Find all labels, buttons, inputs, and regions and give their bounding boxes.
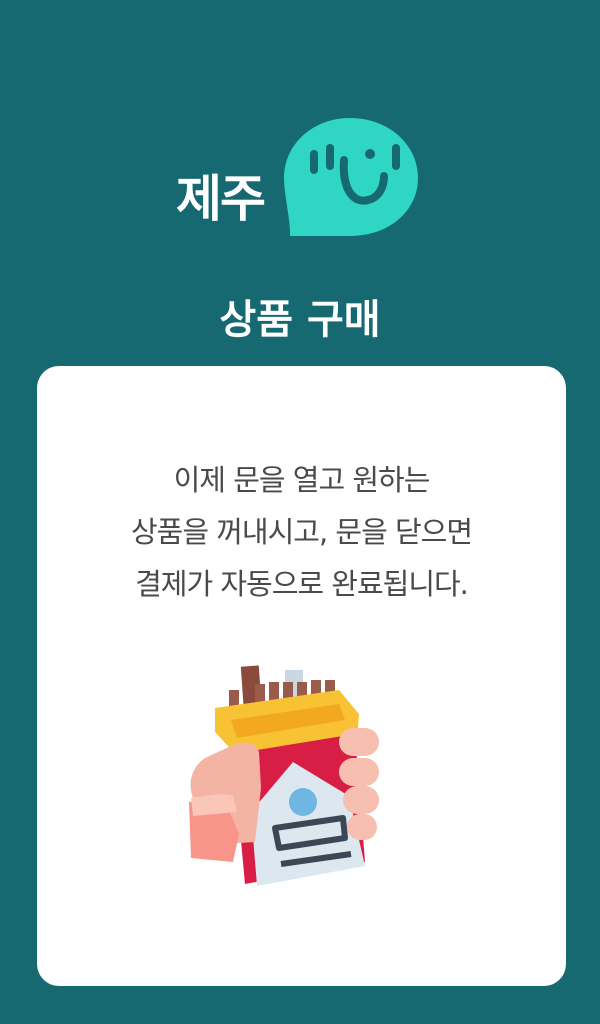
brand-logo: 제주	[172, 118, 422, 236]
hand-holding-cigarette-pack-icon	[189, 665, 379, 886]
instruction-card: 이제 문을 열고 원하는 상품을 꺼내시고, 문을 닫으면 결제가 자동으로 완…	[37, 366, 566, 986]
page-title: 상품 구매	[219, 297, 381, 343]
instruction-line-1: 이제 문을 열고 원하는	[173, 463, 431, 497]
instruction-line-3: 결제가 자동으로 완료됩니다.	[135, 567, 469, 601]
instruction-text: 이제 문을 열고 원하는 상품을 꺼내시고, 문을 닫으면 결제가 자동으로 완…	[37, 454, 566, 610]
speech-bubble-logo-icon	[284, 118, 418, 236]
brand-logo-text: 제주	[176, 170, 266, 228]
instruction-line-2: 상품을 꺼내시고, 문을 닫으면	[130, 515, 473, 549]
